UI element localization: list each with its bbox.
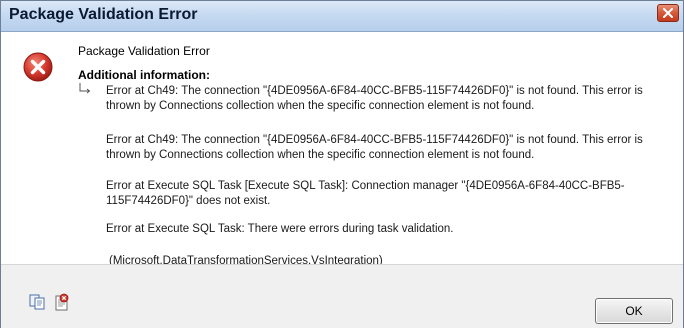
- title-bar[interactable]: Package Validation Error: [1, 1, 683, 32]
- close-icon: [663, 8, 673, 18]
- window-title: Package Validation Error: [9, 6, 198, 23]
- show-details-icon[interactable]: [54, 293, 70, 311]
- package-validation-error-dialog: Package Validation Error Package Validat…: [0, 0, 684, 328]
- error-message: Error at Execute SQL Task: There were er…: [106, 223, 454, 235]
- error-message: Error at Ch49: The connection "{4DE0956A…: [106, 85, 643, 112]
- additional-information-label: Additional information:: [78, 68, 210, 82]
- button-bar: OK: [1, 264, 683, 328]
- return-arrow-icon: [79, 83, 91, 94]
- copy-icon[interactable]: [29, 294, 45, 310]
- error-icon: [23, 52, 53, 82]
- dialog-heading: Package Validation Error: [78, 44, 210, 58]
- ok-button[interactable]: OK: [595, 298, 673, 324]
- error-message: Error at Execute SQL Task [Execute SQL T…: [106, 180, 625, 207]
- close-button[interactable]: [657, 4, 679, 22]
- message-area: Package Validation Error Additional info…: [1, 32, 683, 267]
- error-message: Error at Ch49: The connection "{4DE0956A…: [106, 134, 643, 161]
